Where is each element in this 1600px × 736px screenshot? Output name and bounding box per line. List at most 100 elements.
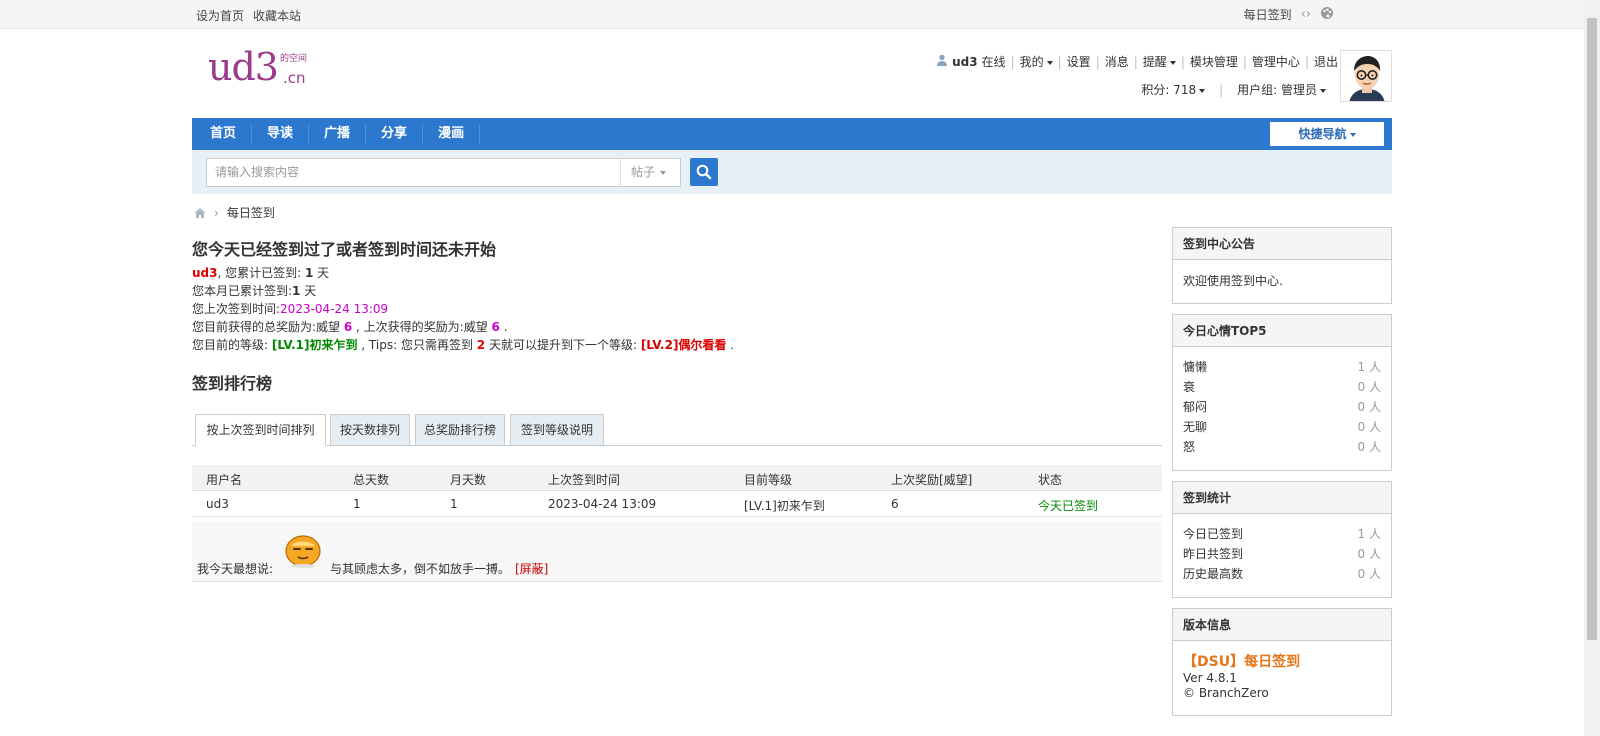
- user-menu: ud3 在线 | 我的 | 设置 | 消息 | 提醒 | 模块管理 | 管理中心…: [936, 53, 1338, 70]
- tab-level-explain[interactable]: 签到等级说明: [510, 414, 604, 446]
- my-menu[interactable]: 我的: [1020, 53, 1053, 70]
- search-input[interactable]: 请输入搜索内容: [206, 158, 621, 187]
- search-button[interactable]: [690, 158, 718, 186]
- version-number: Ver 4.8.1: [1183, 671, 1237, 685]
- admin-center-link[interactable]: 管理中心: [1252, 53, 1300, 70]
- mood-value: 0 人: [1357, 440, 1381, 454]
- mood-value: 0 人: [1357, 420, 1381, 434]
- points-menu[interactable]: 积分: 718: [1141, 81, 1206, 98]
- mood-value: 1 人: [1357, 360, 1381, 374]
- messages-link[interactable]: 消息: [1105, 53, 1129, 70]
- mood-panel: 今日心情TOP5 慵懒 1 人衰0 人郁闷 0 人无聊 0 人怒0 人: [1172, 314, 1392, 471]
- mood-face-icon: [284, 532, 322, 568]
- stat-value: 0 人: [1357, 547, 1381, 561]
- say-message: 与其顾虑太多，倒不如放手一搏。: [330, 562, 511, 576]
- reminders-menu[interactable]: 提醒: [1143, 53, 1176, 70]
- logout-link[interactable]: 退出: [1314, 53, 1338, 70]
- breadcrumb-current[interactable]: 每日签到: [227, 204, 275, 221]
- notice-panel: 签到中心公告 欢迎使用签到中心.: [1172, 227, 1392, 304]
- tab-total-reward[interactable]: 总奖励排行榜: [415, 414, 505, 446]
- mood-label: 怒: [1183, 440, 1196, 454]
- mood-row: 无聊 0 人: [1183, 417, 1381, 437]
- version-copyright: © BranchZero: [1183, 686, 1269, 700]
- search-icon: [696, 164, 712, 180]
- nav-item-1[interactable]: 导读: [252, 124, 310, 144]
- table-header: 用户名 总天数 月天数 上次签到时间 目前等级 上次奖励[威望] 状态: [192, 465, 1162, 491]
- user-icon: [936, 54, 948, 69]
- tab-days[interactable]: 按天数排列: [330, 414, 410, 446]
- nav-item-3[interactable]: 分享: [366, 124, 424, 144]
- stats-title: 签到统计: [1173, 482, 1391, 514]
- status-badge: 今天已签到: [1038, 499, 1099, 513]
- mood-label: 慵懒: [1183, 360, 1208, 374]
- stats-panel: 签到统计 今日已签到 1 人昨日共签到 0 人历史最高数 0 人: [1172, 481, 1392, 598]
- notice-body: 欢迎使用签到中心.: [1183, 274, 1283, 288]
- version-panel: 版本信息 【DSU】每日签到 Ver 4.8.1 © BranchZero: [1172, 608, 1392, 716]
- last-sign-time: 2023-04-24 13:09: [280, 302, 389, 316]
- logo-sup: 的空间: [280, 54, 308, 64]
- stat-label: 昨日共签到: [1183, 547, 1244, 561]
- mood-row: 怒 0 人: [1183, 437, 1381, 457]
- notice-title: 签到中心公告: [1173, 228, 1391, 260]
- bookmark-link[interactable]: 收藏本站: [253, 7, 301, 24]
- mood-value: 0 人: [1357, 400, 1381, 414]
- nav-item-0[interactable]: 首页: [195, 124, 253, 144]
- rank-tabs: 按上次签到时间排列 按天数排列 总奖励排行榜 签到等级说明: [192, 414, 1162, 446]
- chevron-right-icon: ›: [214, 205, 219, 220]
- nav-item-2[interactable]: 广播: [309, 124, 367, 144]
- mood-row: 郁闷 0 人: [1183, 397, 1381, 417]
- stat-row: 今日已签到 1 人: [1183, 524, 1381, 544]
- page-heading: 您今天已经签到过了或者签到时间还未开始: [192, 240, 497, 259]
- stat-row: 昨日共签到 0 人: [1183, 544, 1381, 564]
- logo-main: ud3: [208, 45, 279, 89]
- row-username[interactable]: ud3: [206, 497, 229, 511]
- table-row: ud3 1 1 2023-04-24 13:09 [LV.1]初来乍到 6 今天…: [192, 491, 1162, 517]
- breadcrumb: › 每日签到: [194, 204, 275, 221]
- say-label: 我今天最想说:: [197, 562, 274, 576]
- nav-item-4[interactable]: 漫画: [423, 124, 481, 144]
- user-stats: 积分: 718 | 用户组: 管理员: [1141, 81, 1326, 98]
- rank-table: 用户名 总天数 月天数 上次签到时间 目前等级 上次奖励[威望] 状态 ud3 …: [192, 465, 1162, 517]
- module-mgmt-link[interactable]: 模块管理: [1190, 53, 1238, 70]
- daily-sign-link[interactable]: 每日签到: [1244, 6, 1292, 23]
- mood-label: 郁闷: [1183, 400, 1208, 414]
- username-link[interactable]: ud3: [952, 55, 977, 69]
- sign-info: ud3, 您累计已签到: 1 天 您本月已累计签到:1 天 您上次签到时间:20…: [192, 266, 735, 352]
- scrollbar-thumb[interactable]: [1587, 18, 1597, 640]
- rank-title: 签到排行榜: [192, 374, 273, 393]
- mood-value: 0 人: [1357, 380, 1381, 394]
- code-icon[interactable]: ‹›: [1301, 7, 1311, 22]
- user-group-menu[interactable]: 用户组: 管理员: [1237, 81, 1326, 98]
- palette-icon[interactable]: [1320, 6, 1334, 23]
- version-name: 【DSU】每日签到: [1183, 654, 1301, 670]
- stat-row: 历史最高数 0 人: [1183, 564, 1381, 584]
- mood-row: 慵懒 1 人: [1183, 357, 1381, 377]
- mood-row: 衰 0 人: [1183, 377, 1381, 397]
- settings-link[interactable]: 设置: [1067, 53, 1091, 70]
- quick-nav-button[interactable]: 快捷导航: [1270, 122, 1384, 146]
- stat-label: 今日已签到: [1183, 527, 1244, 541]
- version-title: 版本信息: [1173, 609, 1391, 641]
- logo-tld: .cn: [283, 69, 306, 87]
- main-nav: 首页 导读 广播 分享 漫画 快捷导航: [192, 118, 1392, 150]
- set-home-link[interactable]: 设为首页: [196, 7, 244, 24]
- online-status: 在线: [981, 55, 1006, 69]
- home-icon[interactable]: [194, 207, 206, 219]
- hide-link[interactable]: [屏蔽]: [515, 560, 548, 577]
- mood-title: 今日心情TOP5: [1173, 315, 1391, 347]
- stat-value: 1 人: [1357, 527, 1381, 541]
- top-bar: 设为首页 收藏本站 每日签到 ‹›: [0, 0, 1584, 29]
- today-say: 我今天最想说: 与其顾虑太多，倒不如放手一搏。 [屏蔽]: [192, 522, 1162, 582]
- info-username[interactable]: ud3: [192, 266, 217, 280]
- main-content: 您今天已经签到过了或者签到时间还未开始 ud3, 您累计已签到: 1 天 您本月…: [192, 236, 1162, 582]
- current-level: [LV.1]初来乍到: [271, 338, 358, 352]
- vertical-scrollbar[interactable]: [1584, 0, 1600, 736]
- mood-label: 无聊: [1183, 420, 1208, 434]
- tab-last-sign-time[interactable]: 按上次签到时间排列: [195, 414, 326, 446]
- search-type-select[interactable]: 帖子: [620, 158, 681, 187]
- next-level: [LV.2]偶尔看看: [640, 338, 727, 352]
- avatar[interactable]: [1340, 50, 1392, 102]
- mood-label: 衰: [1183, 380, 1196, 394]
- stat-label: 历史最高数: [1183, 567, 1244, 581]
- stat-value: 0 人: [1357, 567, 1381, 581]
